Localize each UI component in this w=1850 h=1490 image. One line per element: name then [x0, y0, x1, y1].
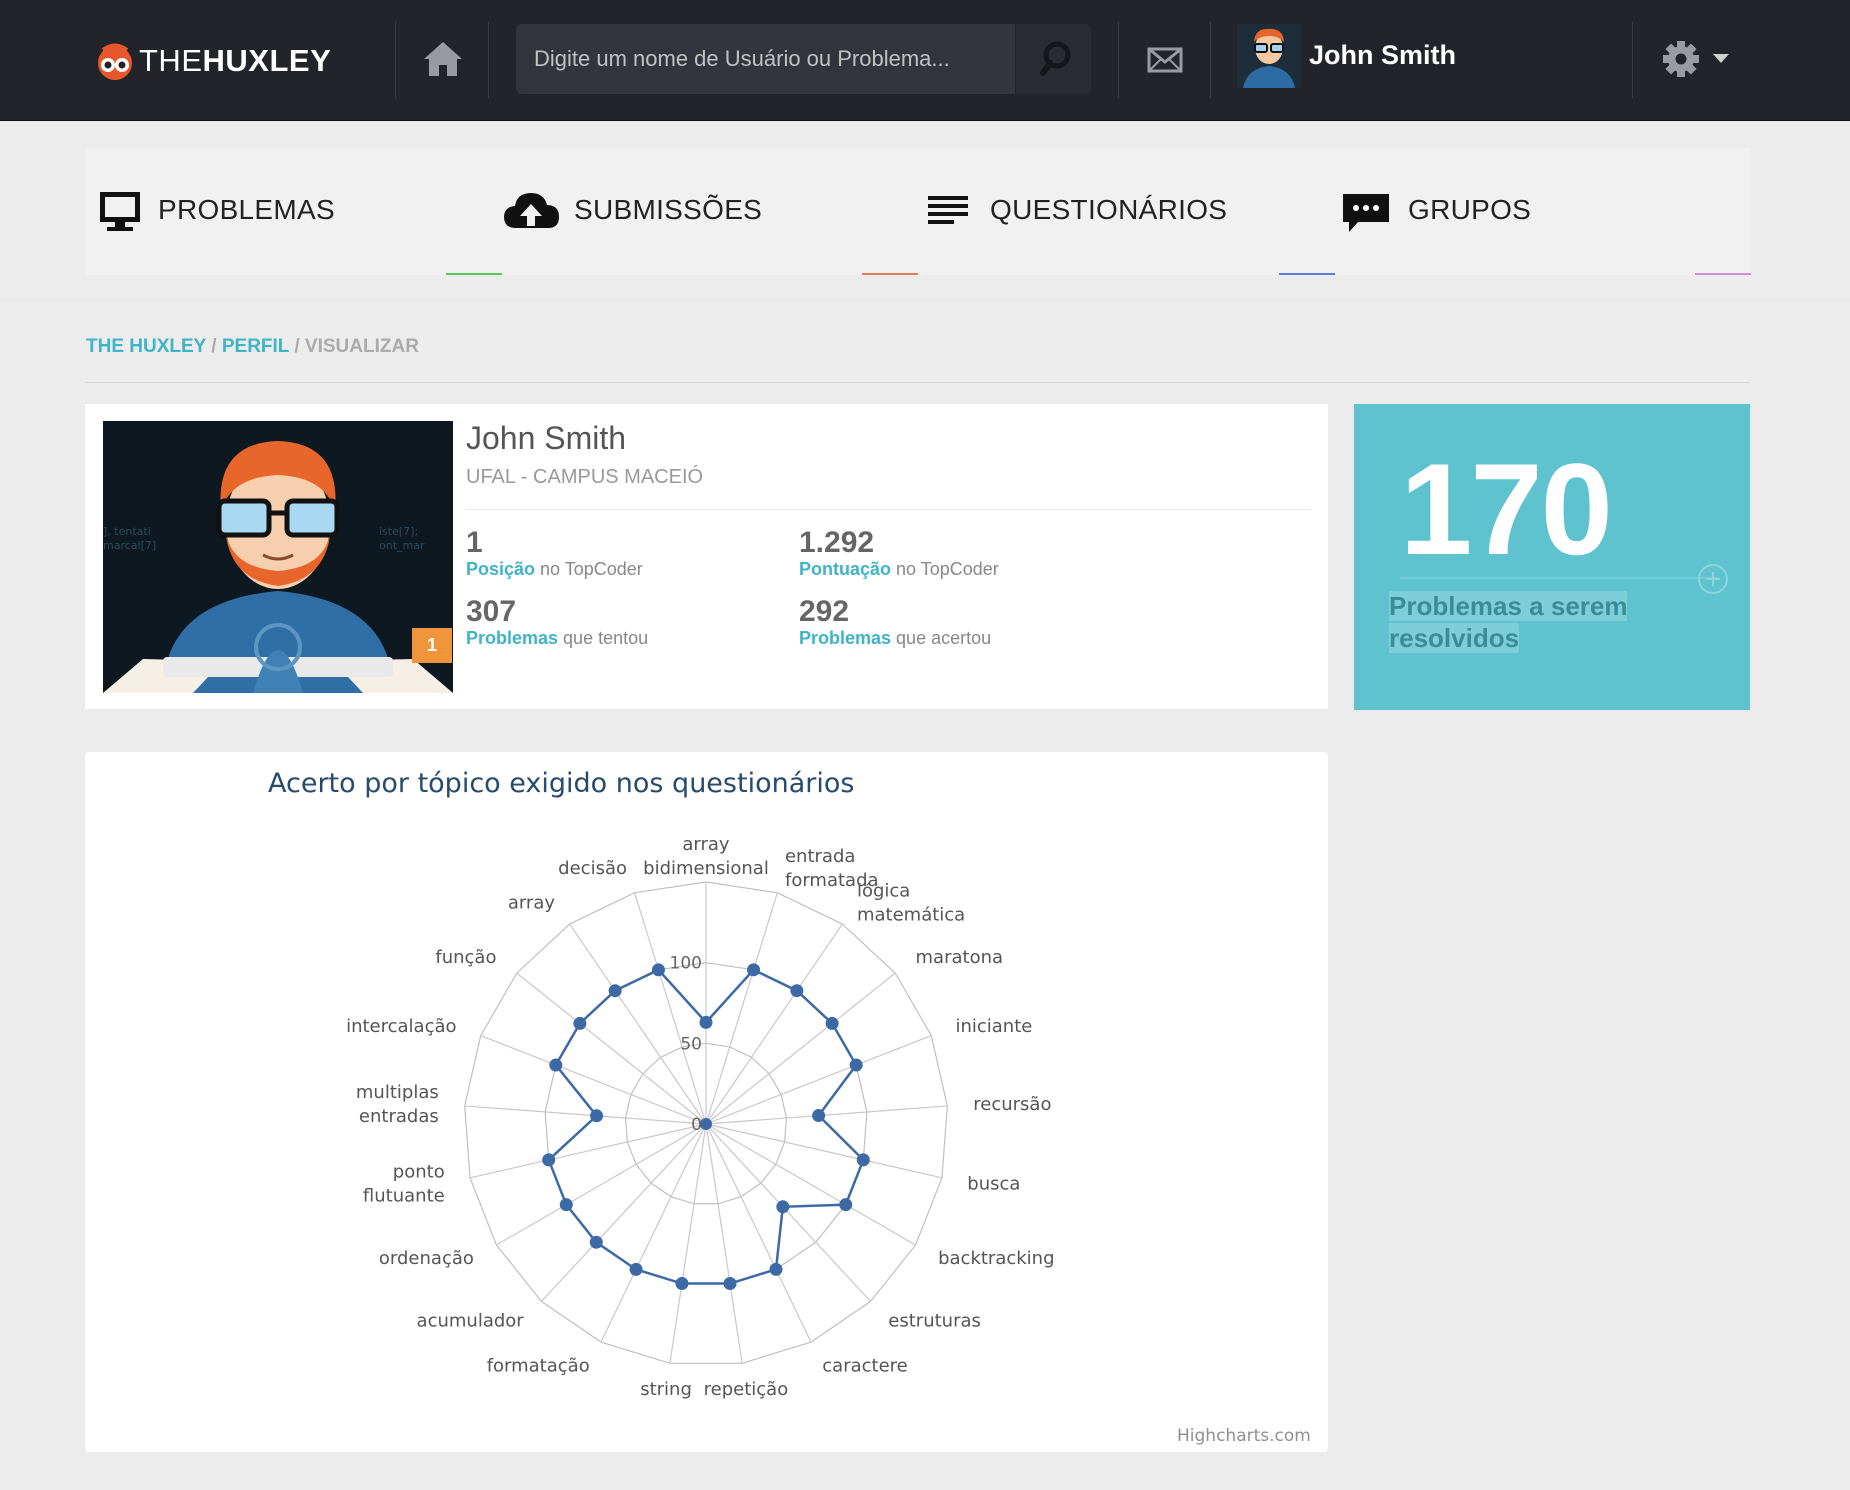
- stat-value: 1.292: [799, 526, 875, 559]
- divider: [1210, 22, 1211, 98]
- stat-caption: Problemas que tentou: [466, 627, 648, 649]
- nav-tile-label: GRUPOS: [1408, 194, 1532, 225]
- svg-text:ont_mar: ont_mar: [379, 539, 425, 552]
- divider: [395, 22, 396, 98]
- svg-text:], tentati: ], tentati: [103, 525, 151, 538]
- stat-suffix: que acertou: [891, 628, 992, 648]
- nav-accent: [1279, 273, 1335, 275]
- search-button[interactable]: [1015, 24, 1091, 94]
- profile-photo: ], tentati marcal[7] iste[7]; ont_mar: [103, 421, 453, 693]
- stat-label[interactable]: Pontuação: [799, 559, 891, 579]
- chevron-down-icon: [1713, 54, 1729, 63]
- svg-text:marcal[7]: marcal[7]: [103, 539, 156, 552]
- breadcrumb-home[interactable]: THE HUXLEY: [86, 336, 206, 357]
- nav-tile-questionarios[interactable]: QUESTIONÁRIOS: [918, 148, 1335, 275]
- plus-circle-icon[interactable]: [1698, 564, 1728, 594]
- logo[interactable]: THE HUXLEY: [95, 36, 331, 86]
- chart-credits[interactable]: Highcharts.com: [1177, 1426, 1311, 1446]
- messages-button[interactable]: [1145, 40, 1185, 78]
- stat-solved: 292 Problemas que acertou: [799, 597, 991, 649]
- profile-institution: UFAL - CAMPUS MACEIÓ: [466, 466, 704, 488]
- chat-bubble-icon: [1340, 188, 1392, 234]
- nav-tile-label: PROBLEMAS: [158, 194, 335, 225]
- stat-suffix: no TopCoder: [891, 559, 999, 579]
- stat-label[interactable]: Posição: [466, 559, 535, 579]
- nav-tile-submissoes[interactable]: SUBMISSÕES: [502, 148, 918, 275]
- settings-menu-button[interactable]: [1660, 36, 1740, 82]
- divider: [1400, 577, 1718, 579]
- pending-problems-caption: Problemas a serem resolvidos: [1389, 590, 1628, 654]
- breadcrumb-perfil[interactable]: PERFIL: [222, 336, 289, 357]
- profile-name: John Smith: [466, 420, 627, 456]
- search-icon: [1040, 41, 1071, 76]
- divider: [1632, 22, 1633, 98]
- stat-score: 1.292 Pontuação no TopCoder: [799, 528, 999, 580]
- stat-label[interactable]: Problemas: [799, 628, 891, 648]
- stat-caption: Pontuação no TopCoder: [799, 558, 999, 580]
- logo-text-bold: HUXLEY: [202, 43, 332, 78]
- stat-suffix: no TopCoder: [535, 559, 643, 579]
- breadcrumb: THE HUXLEY / PERFIL / VISUALIZAR: [86, 336, 419, 358]
- nav-accent: [1695, 273, 1751, 275]
- stat-value: 292: [799, 595, 850, 628]
- search-input[interactable]: [516, 24, 1013, 94]
- chart-title: Acerto por tópico exigido nos questionár…: [268, 768, 855, 799]
- pending-problems-box[interactable]: 170 Problemas a serem resolvidos: [1354, 404, 1750, 710]
- logo-text-thin: THE: [139, 43, 203, 78]
- divider: [1118, 22, 1119, 98]
- breadcrumb-current: VISUALIZAR: [304, 336, 419, 357]
- caption-line: resolvidos: [1389, 623, 1520, 653]
- logo-icon: [95, 41, 135, 81]
- nav-accent: [862, 273, 918, 275]
- rank-badge: 1: [412, 628, 452, 663]
- stat-position: 1 Posição no TopCoder: [466, 528, 643, 580]
- search-box: [516, 24, 1091, 94]
- user-name[interactable]: John Smith: [1309, 40, 1456, 71]
- home-icon: [424, 42, 462, 76]
- mail-icon: [1147, 47, 1183, 73]
- breadcrumb-separator: /: [289, 336, 305, 357]
- stat-caption: Posição no TopCoder: [466, 558, 643, 580]
- divider: [85, 382, 1750, 383]
- nav-tile-grupos[interactable]: GRUPOS: [1335, 148, 1751, 275]
- stat-value: 307: [466, 595, 517, 628]
- pending-problems-count: 170: [1400, 436, 1613, 582]
- cloud-upload-icon: [502, 188, 559, 234]
- gear-icon: [1663, 41, 1729, 77]
- home-button[interactable]: [418, 34, 468, 84]
- top-bar: THE HUXLEY Digite um nome de Usuário ou …: [0, 0, 1850, 121]
- chart-card: [85, 752, 1328, 1452]
- profile-card: ], tentati marcal[7] iste[7]; ont_mar: [85, 404, 1328, 709]
- nav-accent: [446, 273, 502, 275]
- divider: [488, 22, 489, 98]
- monitor-icon: [95, 188, 147, 234]
- stat-value: 1: [466, 526, 483, 559]
- stat-label[interactable]: Problemas: [466, 628, 558, 648]
- svg-text:iste[7];: iste[7];: [379, 525, 418, 538]
- user-avatar[interactable]: [1237, 24, 1301, 88]
- nav-tile-label: QUESTIONÁRIOS: [990, 194, 1228, 225]
- stat-tried: 307 Problemas que tentou: [466, 597, 648, 649]
- nav-tile-label: SUBMISSÕES: [574, 194, 763, 225]
- breadcrumb-separator: /: [206, 336, 222, 357]
- stat-suffix: que tentou: [558, 628, 649, 648]
- nav-tile-problemas[interactable]: PROBLEMAS: [85, 148, 502, 275]
- list-icon: [924, 188, 976, 234]
- divider: [466, 509, 1311, 510]
- stat-caption: Problemas que acertou: [799, 627, 991, 649]
- caption-line: Problemas a serem: [1389, 591, 1628, 621]
